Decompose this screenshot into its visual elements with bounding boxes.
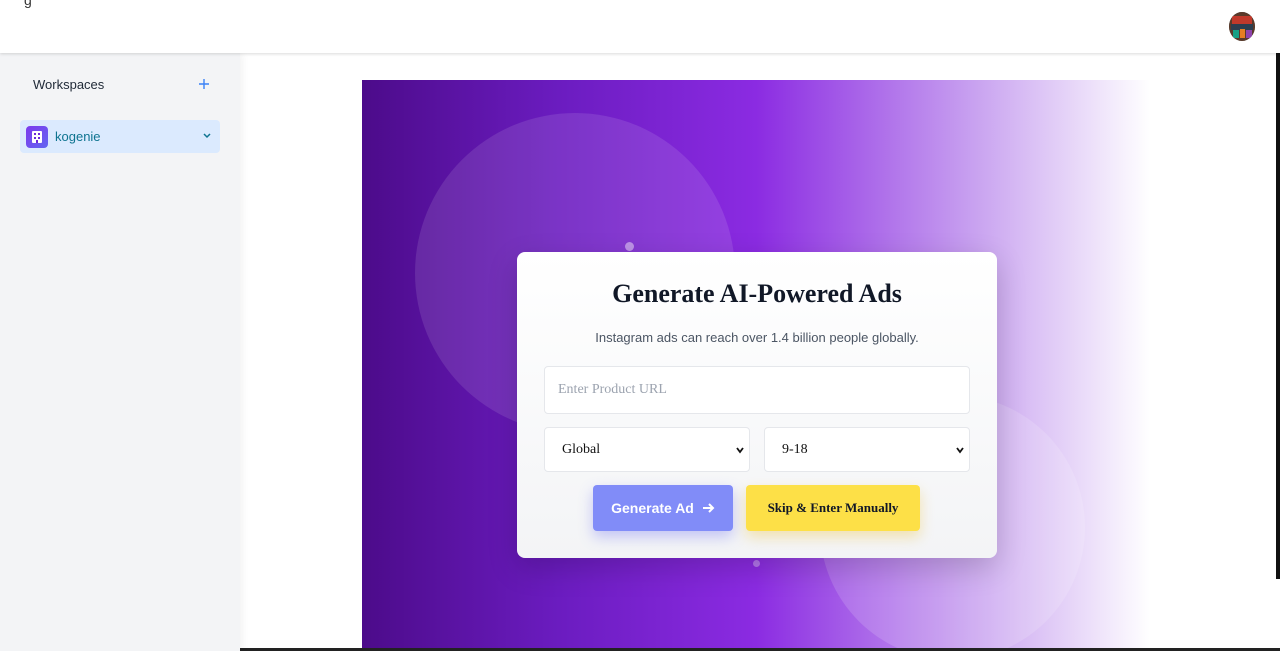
user-avatar[interactable]: [1229, 12, 1255, 41]
region-select[interactable]: Global: [544, 427, 750, 472]
sidebar-item-kogenie[interactable]: kogenie: [20, 120, 220, 153]
sidebar: Workspaces kogenie: [0, 53, 240, 651]
chevron-down-icon: [736, 447, 744, 454]
top-bar: g: [0, 0, 1280, 53]
chevron-down-icon: [956, 447, 964, 454]
scrollbar-edge: [1276, 0, 1280, 579]
skip-enter-manually-button[interactable]: Skip & Enter Manually: [746, 485, 920, 531]
age-select[interactable]: 9-18: [764, 427, 970, 472]
decorative-dot: [625, 242, 634, 251]
generate-ad-label: Generate Ad: [611, 500, 694, 516]
ad-generator-card: Generate AI-Powered Ads Instagram ads ca…: [517, 252, 997, 558]
building-icon: [26, 125, 48, 148]
age-select-value: 9-18: [782, 441, 808, 457]
decorative-dot: [753, 560, 760, 567]
card-title: Generate AI-Powered Ads: [612, 279, 902, 308]
skip-label: Skip & Enter Manually: [767, 500, 899, 515]
sidebar-item-label: kogenie: [55, 129, 101, 144]
avatar-image-icon: [1229, 12, 1255, 41]
top-bar-cut-text: g: [24, 0, 32, 8]
generate-ad-button[interactable]: Generate Ad: [593, 485, 733, 531]
plus-icon[interactable]: [195, 75, 213, 93]
workspaces-header: Workspaces: [33, 75, 213, 93]
arrow-right-icon: [702, 503, 715, 513]
chevron-down-icon[interactable]: [202, 129, 212, 143]
product-url-input[interactable]: [544, 366, 970, 414]
region-select-value: Global: [562, 441, 601, 457]
card-subtitle: Instagram ads can reach over 1.4 billion…: [595, 330, 919, 345]
workspaces-title: Workspaces: [33, 76, 105, 92]
